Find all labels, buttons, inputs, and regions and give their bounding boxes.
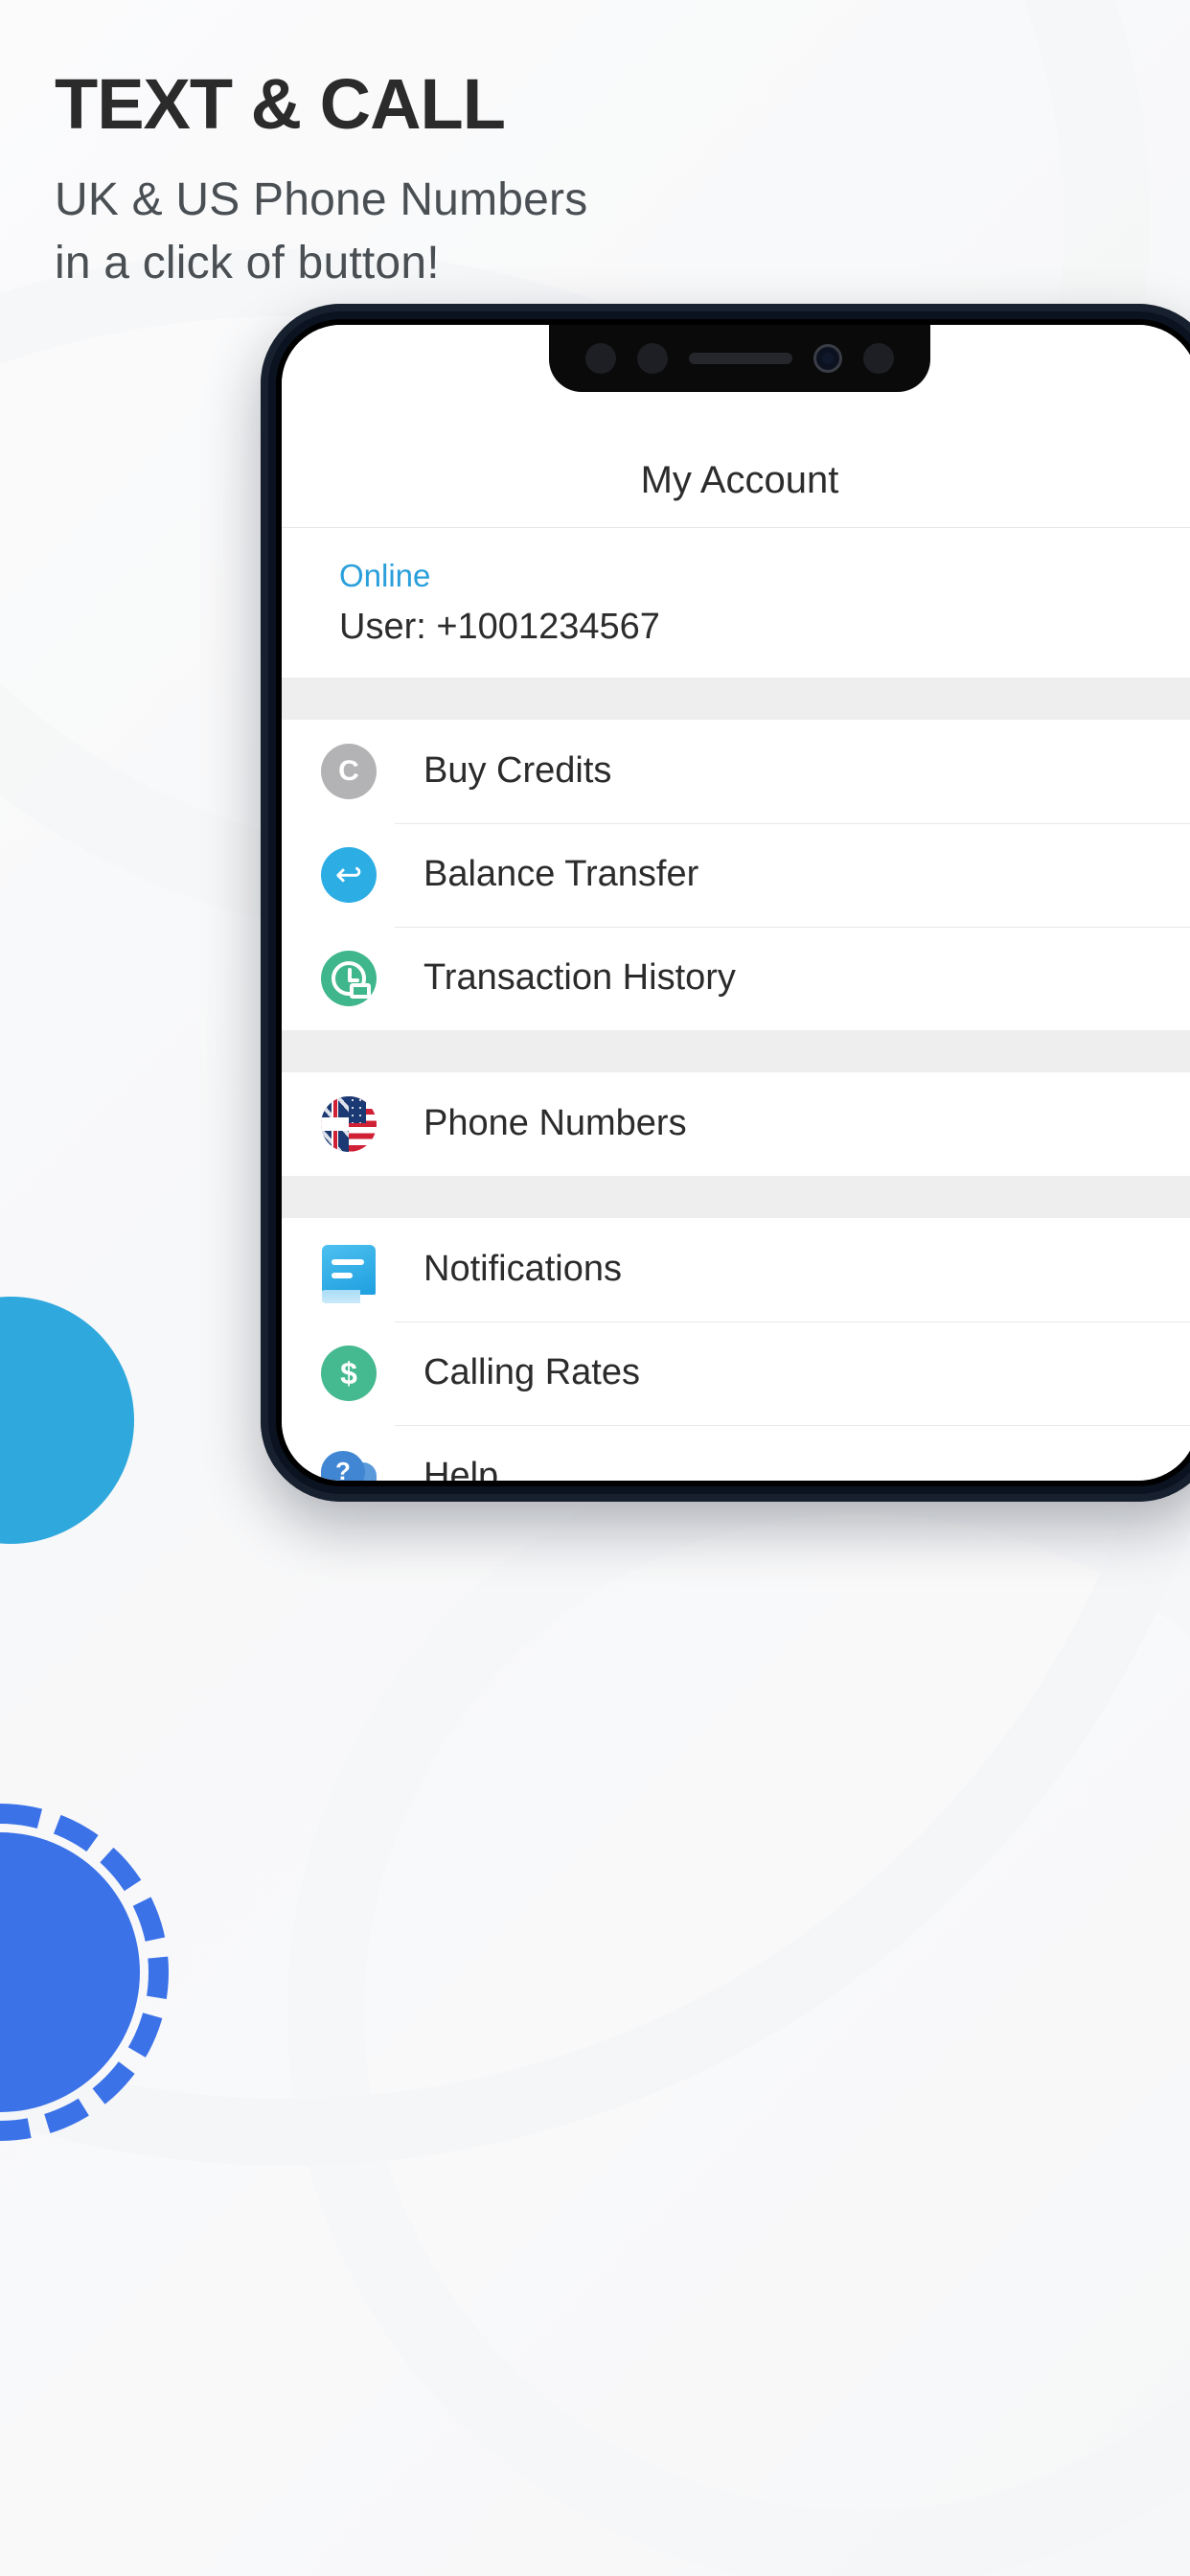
earpiece-speaker-icon <box>689 353 792 364</box>
dollar-circle-icon: $ <box>320 1345 378 1402</box>
background-swoosh-3 <box>287 1438 1190 2576</box>
promo-page: TEXT & CALL UK & US Phone Numbers in a c… <box>0 0 1190 2576</box>
reply-arrow-icon: ↩ <box>320 846 378 904</box>
account-user-number: User: +1001234567 <box>339 606 660 647</box>
sensor-dot-icon <box>585 343 616 374</box>
phone-notch <box>549 325 930 392</box>
promo-subtitle-line-1: UK & US Phone Numbers <box>55 174 588 225</box>
menu-item-buy-credits[interactable]: C Buy Credits <box>282 720 1190 823</box>
menu-item-notifications[interactable]: Notifications <box>282 1218 1190 1322</box>
menu-item-label: Help <box>423 1456 499 1481</box>
status-badge: Online <box>339 558 431 593</box>
credit-coin-glyph: C <box>338 754 359 787</box>
dollar-glyph: $ <box>340 1355 357 1391</box>
section-separator-2 <box>282 1029 1190 1072</box>
menu-section-billing: C Buy Credits ↩ Balance Transfer Transac… <box>282 719 1190 1030</box>
front-camera-icon <box>813 344 842 373</box>
menu-section-support: Notifications $ Calling Rates ? Help <box>282 1217 1190 1481</box>
menu-item-label: Notifications <box>423 1249 622 1290</box>
phone-screen: My Account Online User: +1001234567 C Bu… <box>282 325 1190 1481</box>
promo-headline: TEXT & CALL <box>55 64 506 144</box>
phone-bezel: My Account Online User: +1001234567 C Bu… <box>276 319 1190 1486</box>
account-summary[interactable]: Online User: +1001234567 <box>282 528 1190 678</box>
menu-item-label: Balance Transfer <box>423 854 699 895</box>
menu-item-label: Buy Credits <box>423 750 612 792</box>
proximity-sensor-icon <box>637 343 668 374</box>
decorative-blue-circle <box>0 1804 169 2141</box>
menu-item-transaction-history[interactable]: Transaction History <box>282 926 1190 1030</box>
promo-subtitle: UK & US Phone Numbers in a click of butt… <box>55 169 725 295</box>
menu-item-help[interactable]: ? Help <box>282 1424 1190 1481</box>
promo-copy: TEXT & CALL UK & US Phone Numbers in a c… <box>55 69 725 295</box>
menu-item-phone-numbers[interactable]: Phone Numbers <box>282 1072 1190 1176</box>
section-separator-3 <box>282 1175 1190 1218</box>
reply-arrow-glyph: ↩ <box>334 856 363 893</box>
question-chat-icon: ? <box>320 1448 378 1481</box>
section-separator-1 <box>282 677 1190 720</box>
credit-coin-icon: C <box>320 743 378 800</box>
promo-subtitle-line-2: in a click of button! <box>55 238 440 289</box>
menu-item-calling-rates[interactable]: $ Calling Rates <box>282 1321 1190 1425</box>
question-glyph: ? <box>335 1457 351 1481</box>
menu-item-label: Phone Numbers <box>423 1103 687 1144</box>
menu-item-label: Calling Rates <box>423 1352 640 1393</box>
ambient-sensor-icon <box>863 343 894 374</box>
menu-item-label: Transaction History <box>423 957 736 999</box>
clock-briefcase-icon <box>320 950 378 1007</box>
menu-item-balance-transfer[interactable]: ↩ Balance Transfer <box>282 822 1190 927</box>
phone-mockup: My Account Online User: +1001234567 C Bu… <box>261 304 1190 1502</box>
page-title: My Account <box>640 459 839 501</box>
menu-section-numbers: Phone Numbers <box>282 1071 1190 1176</box>
uk-us-flag-icon <box>320 1095 378 1153</box>
decorative-cyan-circle <box>0 1297 134 1544</box>
notification-document-icon <box>320 1241 378 1303</box>
